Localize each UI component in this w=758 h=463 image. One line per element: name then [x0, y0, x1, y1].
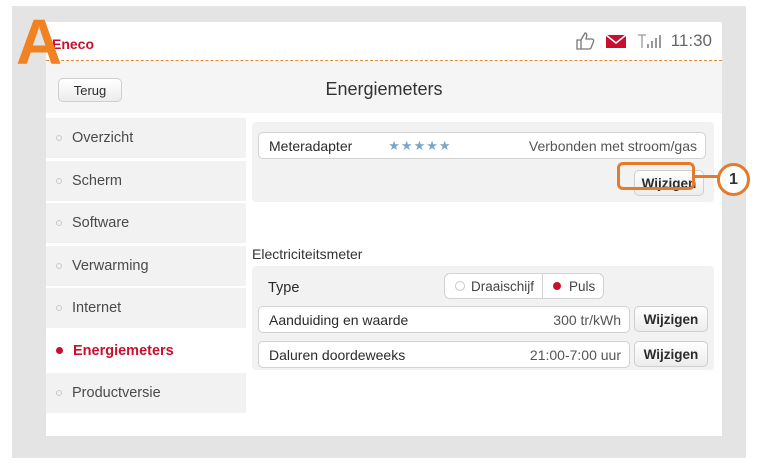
sidebar-item-energiemeters[interactable]: Energiemeters	[46, 330, 246, 371]
callout-number-badge: 1	[717, 163, 750, 196]
bullet-icon	[56, 135, 62, 141]
meteradapter-label: Meteradapter	[269, 137, 353, 154]
thumbs-up-icon[interactable]	[575, 32, 595, 50]
status-icons: 11:30	[575, 31, 712, 51]
title-bar: Energiemeters Terug	[46, 61, 722, 113]
aanduiding-row: Aanduiding en waarde 300 tr/kWh	[258, 306, 630, 333]
sidebar-item-label: Productversie	[72, 385, 161, 401]
page-title: Energiemeters	[325, 79, 443, 99]
type-option-draaischijf[interactable]: Draaischijf	[445, 274, 542, 298]
device-frame: Eneco 11:30 Energiemeters Terug Overzich…	[12, 6, 746, 458]
meteradapter-row: Meteradapter ★★★★★ Verbonden met stroom/…	[258, 132, 706, 159]
meteradapter-status: Verbonden met stroom/gas	[528, 137, 697, 154]
daluren-change-button[interactable]: Wijzigen	[634, 341, 708, 367]
row-label: Daluren doordeweeks	[269, 346, 406, 363]
row-value: 300 tr/kWh	[553, 311, 621, 328]
sidebar-item-overzicht[interactable]: Overzicht	[46, 118, 246, 158]
aanduiding-change-button[interactable]: Wijzigen	[634, 306, 708, 332]
thermostat-screen: Eneco 11:30 Energiemeters Terug Overzich…	[46, 22, 722, 436]
bullet-icon	[56, 262, 62, 269]
section-title: Electriciteitsmeter	[252, 246, 363, 262]
row-label: Aanduiding en waarde	[269, 311, 409, 328]
sidebar-item-internet[interactable]: Internet	[46, 288, 246, 328]
bullet-icon	[56, 347, 63, 354]
clock-time: 11:30	[670, 31, 712, 50]
bullet-icon	[56, 305, 62, 311]
sidebar-item-software[interactable]: Software	[46, 203, 246, 243]
sidebar-item-label: Overzicht	[72, 130, 134, 146]
bullet-icon	[56, 220, 62, 226]
daluren-row: Daluren doordeweeks 21:00-7:00 uur	[258, 341, 630, 368]
sidebar: Overzicht Scherm Software Verwarming Int…	[46, 118, 246, 416]
sidebar-item-productversie[interactable]: Productversie	[46, 373, 246, 413]
status-bar: Eneco 11:30	[46, 22, 722, 61]
sidebar-item-scherm[interactable]: Scherm	[46, 160, 246, 201]
radio-on-icon	[553, 282, 562, 290]
row-value: 21:00-7:00 uur	[529, 346, 621, 363]
type-option-puls[interactable]: Puls	[542, 274, 603, 298]
option-label: Draaischijf	[471, 278, 535, 294]
type-selector: Draaischijf Puls	[444, 273, 605, 299]
signal-stars: ★★★★★	[388, 137, 452, 153]
sidebar-item-label: Software	[72, 215, 130, 231]
bullet-icon	[56, 177, 62, 184]
callout-connector	[694, 175, 718, 178]
annotation-letter: A	[16, 6, 63, 78]
sidebar-item-label: Verwarming	[72, 257, 149, 274]
type-label: Type	[268, 280, 300, 296]
sidebar-item-label: Internet	[72, 300, 122, 316]
option-label: Puls	[569, 278, 596, 294]
bullet-icon	[56, 390, 62, 396]
sidebar-item-label: Scherm	[72, 172, 122, 189]
sidebar-item-verwarming[interactable]: Verwarming	[46, 245, 246, 286]
callout-highlight-box	[617, 162, 695, 190]
radio-off-icon	[455, 281, 465, 291]
signal-icon	[637, 33, 661, 49]
mail-icon[interactable]	[605, 33, 627, 49]
back-button[interactable]: Terug	[58, 78, 122, 102]
sidebar-item-label: Energiemeters	[73, 342, 174, 359]
